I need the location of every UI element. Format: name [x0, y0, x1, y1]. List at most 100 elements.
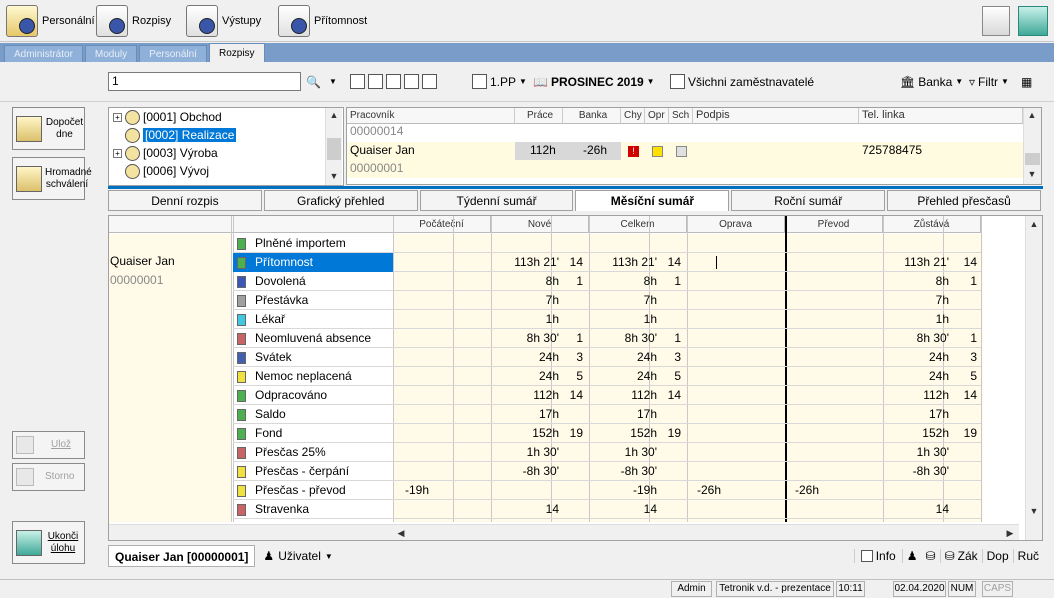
summary-value-cel-n[interactable]: 14 [657, 386, 681, 405]
recalc-button[interactable]: Dop [981, 549, 1013, 563]
category-label[interactable]: Přítomnost [255, 253, 313, 272]
summary-value-nove-n[interactable]: 1 [559, 272, 583, 291]
summary-value-nove-h[interactable]: 152h [491, 424, 559, 443]
category-label[interactable]: Přesčas - čerpání [255, 462, 349, 481]
tab-overtime[interactable]: Přehled přesčasů [887, 190, 1041, 211]
summary-value-cel-n[interactable]: 1 [657, 272, 681, 291]
dopocet-button[interactable]: Dopočet dne [12, 107, 85, 150]
tab-schedules[interactable]: Rozpisy [208, 43, 265, 62]
summary-value-nove-h[interactable]: 112h [491, 386, 559, 405]
tab-daily[interactable]: Denní rozpis [108, 190, 262, 211]
summary-value-nove-h[interactable]: 17h [491, 405, 559, 424]
presence-button[interactable]: Přítomnost [278, 3, 367, 39]
person-key-icon[interactable]: ♟ [901, 549, 922, 563]
summary-value-opr[interactable]: -26h [697, 481, 721, 500]
exit-icon[interactable] [1018, 6, 1048, 36]
summary-value-nove-n[interactable]: 14 [559, 253, 583, 272]
tab-administrator[interactable]: Administrátor [4, 45, 83, 62]
summary-value-nove-n[interactable]: 1 [559, 329, 583, 348]
summary-value-cel-h[interactable]: 8h [589, 272, 657, 291]
tool-icon-1[interactable] [350, 74, 365, 89]
scroll-down-icon[interactable]: ▼ [1024, 169, 1040, 179]
col-header[interactable]: Pracovník [347, 108, 515, 124]
category-label[interactable]: Přesčas 25% [255, 443, 326, 462]
summary-value-cel-n[interactable]: 1 [657, 329, 681, 348]
category-label[interactable]: Plněné importem [255, 234, 346, 253]
summary-value-cel-h[interactable]: 1h 30' [589, 443, 657, 462]
period-selector[interactable]: 1.PP ▼ [472, 72, 527, 91]
summary-value-zus-h[interactable]: 14 [883, 500, 949, 519]
horizontal-scrollbar[interactable]: ◀ ▶ [109, 524, 1019, 540]
summary-value-cel-h[interactable]: 7h [589, 291, 657, 310]
col-header[interactable]: Chy [621, 108, 645, 124]
month-selector[interactable]: 📖 PROSINEC 2019 ▼ [533, 72, 655, 91]
category-label[interactable]: Nemoc neplacená [255, 367, 352, 386]
summary-value-nove-h[interactable]: -8h 30' [491, 462, 559, 481]
summary-value-nove-h[interactable]: 14 [491, 500, 559, 519]
tool-icon-3[interactable] [386, 74, 401, 89]
category-label[interactable]: Přestávka [255, 291, 308, 310]
col-header[interactable]: Podpis [693, 108, 859, 124]
category-label[interactable]: Přesčas - převod [255, 481, 346, 500]
category-label[interactable]: Odpracováno [255, 386, 327, 405]
summary-value-zus-n[interactable]: 5 [957, 367, 977, 386]
schedules-button[interactable]: Rozpisy [96, 3, 171, 39]
summary-value-zus-h[interactable]: 7h [883, 291, 949, 310]
tool-icon-4[interactable] [404, 74, 419, 89]
summary-value-zus-h[interactable]: 112h [883, 386, 949, 405]
category-label[interactable]: Dovolená [255, 272, 306, 291]
employee-name[interactable]: Quaiser Jan [347, 142, 415, 159]
bank-menu[interactable]: 🏛 Banka ▼ [900, 72, 963, 91]
camera-icon[interactable] [422, 74, 437, 89]
info-button[interactable]: Info [853, 549, 902, 563]
outputs-button[interactable]: Výstupy [186, 3, 261, 39]
summary-value-nove-h[interactable]: 113h 21' [491, 253, 559, 272]
summary-value-nove-h[interactable]: 24h [491, 367, 559, 386]
correction-icon[interactable] [652, 146, 663, 157]
summary-value-nove-h[interactable]: 7h [491, 291, 559, 310]
summary-value-nove-h[interactable]: 1h [491, 310, 559, 329]
summary-value-cel-h[interactable]: -8h 30' [589, 462, 657, 481]
cancel-button[interactable]: Storno [12, 463, 85, 491]
summary-value-cel-h[interactable]: 17h [589, 405, 657, 424]
summary-value-cel-h[interactable]: 152h [589, 424, 657, 443]
grid-scrollbar[interactable]: ▲ ▼ [1023, 108, 1041, 184]
col-header-initial[interactable]: Počáteční [393, 216, 491, 233]
search-icon[interactable]: 🔍 [306, 72, 321, 91]
summary-value-cel-h[interactable]: 1h [589, 310, 657, 329]
summary-value-cel-h[interactable]: -19h [589, 481, 657, 500]
summary-value-nove-h[interactable]: 8h [491, 272, 559, 291]
summary-value-cel-h[interactable]: 8h 30' [589, 329, 657, 348]
category-label[interactable]: Saldo [255, 405, 286, 424]
summary-value-zus-n[interactable]: 14 [957, 253, 977, 272]
search-input[interactable]: 1 [108, 72, 301, 91]
save-button[interactable]: Ulož [12, 431, 85, 459]
summary-value-zus-n[interactable]: 19 [957, 424, 977, 443]
scroll-thumb[interactable] [1025, 153, 1040, 165]
summary-value-zus-h[interactable]: -8h 30' [883, 462, 949, 481]
search-dropdown[interactable]: ▼ [329, 72, 337, 91]
summary-value-zus-h[interactable]: 17h [883, 405, 949, 424]
tab-monthly[interactable]: Měsíční sumář [575, 190, 730, 211]
expand-icon[interactable]: + [113, 112, 122, 122]
summary-value-cel-h[interactable]: 24h [589, 367, 657, 386]
summary-value-zus-h[interactable]: 24h [883, 348, 949, 367]
summary-value-poc[interactable]: -19h [405, 481, 429, 500]
col-header-correction[interactable]: Oprava [687, 216, 785, 233]
basic-view-button[interactable]: ⛁ Zák [939, 549, 982, 563]
summary-value-cel-h[interactable]: 113h 21' [589, 253, 657, 272]
tree-node[interactable]: [0006] Vývoj [109, 162, 343, 180]
summary-value-nove-n[interactable]: 14 [559, 386, 583, 405]
summary-value-nove-h[interactable]: 24h [491, 348, 559, 367]
col-header[interactable]: Opr [645, 108, 669, 124]
tree-scrollbar[interactable]: ▲ ▼ [325, 108, 342, 185]
summary-value-zus-n[interactable]: 1 [957, 329, 977, 348]
category-label[interactable]: Lékař [255, 310, 285, 329]
summary-value-zus-h[interactable]: 1h [883, 310, 949, 329]
summary-value-zus-n[interactable]: 3 [957, 348, 977, 367]
col-header[interactable]: Banka [563, 108, 621, 124]
manual-button[interactable]: Ruč [1012, 549, 1043, 563]
category-label[interactable]: Svátek [255, 348, 292, 367]
summary-value-nove-h[interactable]: 1h 30' [491, 443, 559, 462]
summary-value-nove-h[interactable]: 8h 30' [491, 329, 559, 348]
